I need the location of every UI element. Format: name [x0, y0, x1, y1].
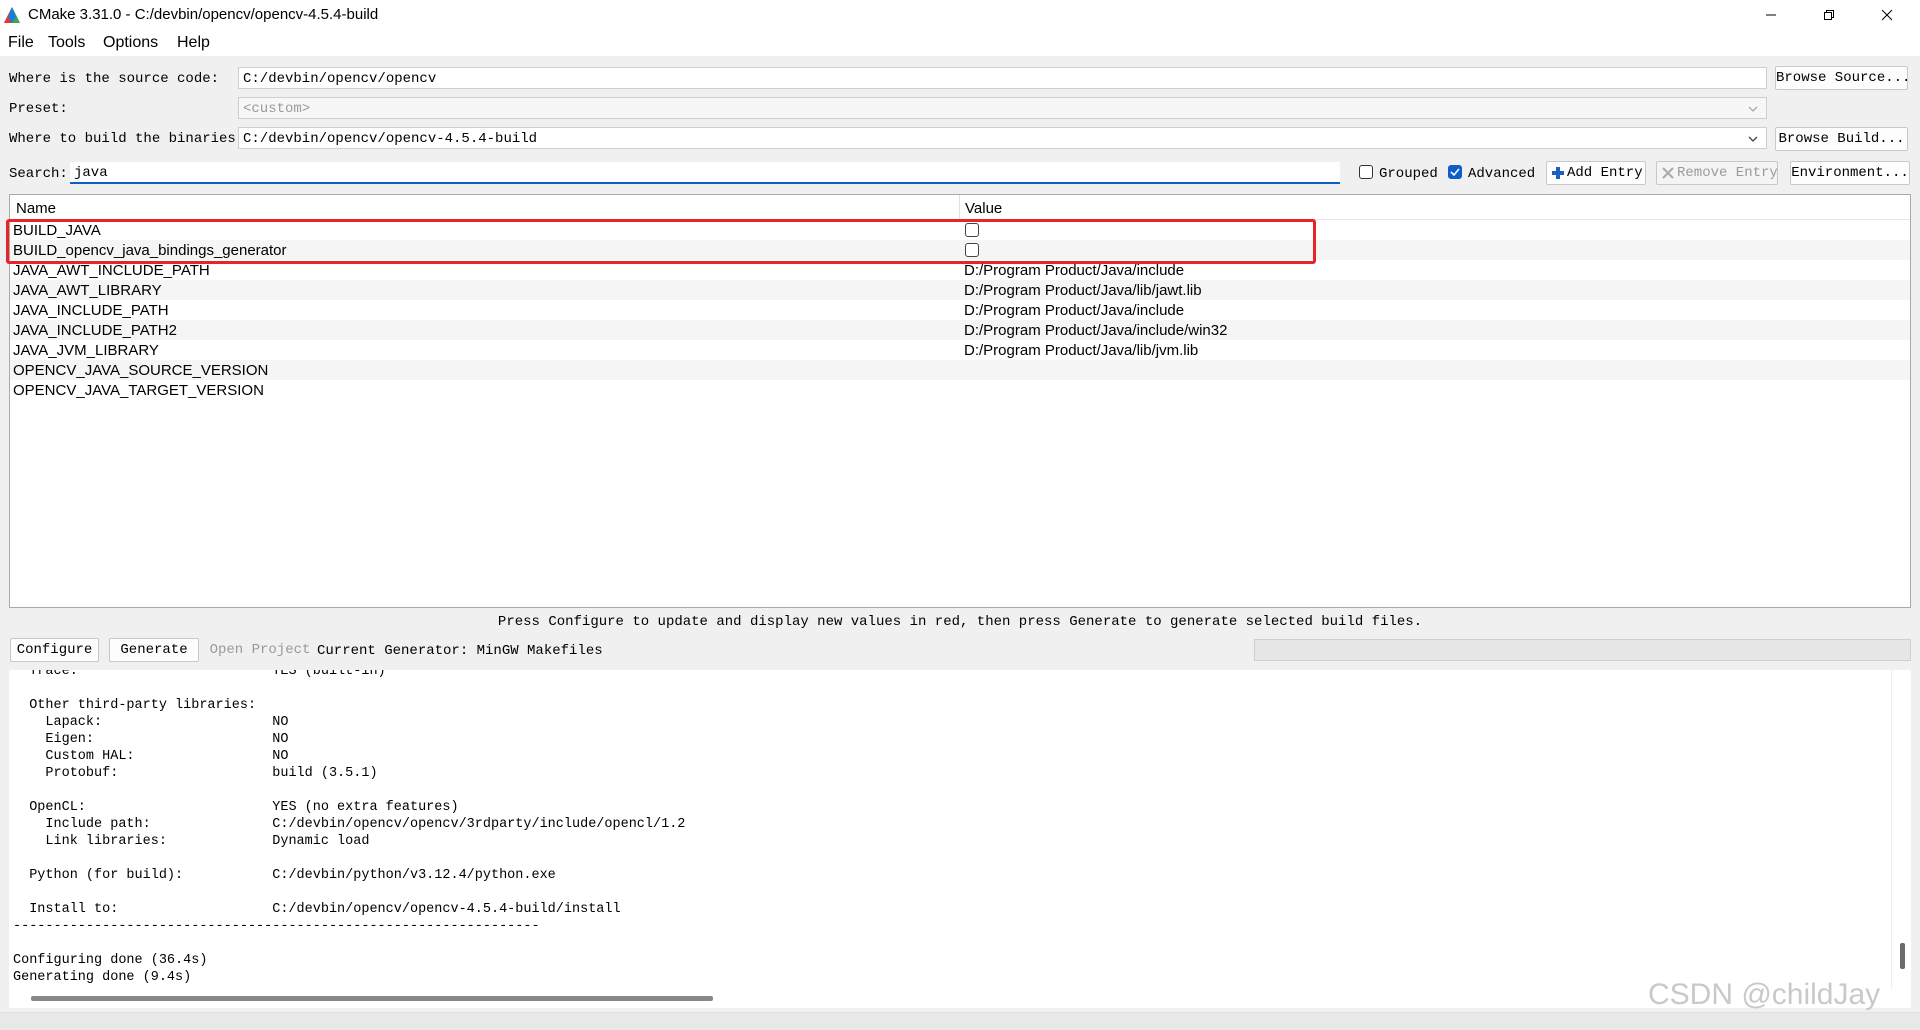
log-line: Python (for build): C:/devbin/python/v3.…: [13, 868, 556, 883]
add-entry-button[interactable]: Add Entry: [1546, 161, 1646, 185]
table-row[interactable]: JAVA_INCLUDE_PATH2 D:/Program Product/Ja…: [10, 320, 1910, 340]
row-value: D:/Program Product/Java/lib/jvm.lib: [964, 342, 1199, 359]
menu-help[interactable]: Help: [177, 34, 210, 52]
advanced-checkbox[interactable]: [1448, 165, 1462, 179]
restore-icon: [1824, 10, 1834, 20]
build-path-value: C:/devbin/opencv/opencv-4.5.4-build: [243, 131, 538, 147]
generate-button[interactable]: Generate: [109, 638, 199, 662]
preset-select[interactable]: <custom>: [238, 97, 1767, 119]
minimize-icon: [1766, 14, 1776, 16]
row-name: JAVA_AWT_INCLUDE_PATH: [13, 262, 210, 279]
column-header-name[interactable]: Name: [16, 200, 56, 217]
configure-button[interactable]: Configure: [10, 638, 99, 662]
menu-bar: File Tools Options Help: [0, 30, 1920, 56]
row-name: JAVA_JVM_LIBRARY: [13, 342, 159, 359]
build-path-combo[interactable]: C:/devbin/opencv/opencv-4.5.4-build: [238, 127, 1767, 149]
column-divider[interactable]: [959, 195, 960, 219]
row-value: D:/Program Product/Java/include: [964, 302, 1185, 319]
column-header-value[interactable]: Value: [965, 200, 1002, 217]
table-row[interactable]: JAVA_JVM_LIBRARY D:/Program Product/Java…: [10, 340, 1910, 360]
row-name: JAVA_INCLUDE_PATH2: [13, 322, 177, 339]
row-name: JAVA_INCLUDE_PATH: [13, 302, 169, 319]
bottom-strip: [0, 1012, 1920, 1030]
build-label: Where to build the binaries:: [9, 131, 245, 147]
open-project-button[interactable]: Open Project: [206, 638, 314, 662]
log-line: Other third-party libraries:: [13, 698, 257, 713]
menu-tools[interactable]: Tools: [48, 34, 85, 52]
title-bar: CMake 3.31.0 - C:/devbin/opencv/opencv-4…: [0, 0, 1920, 30]
window-title: CMake 3.31.0 - C:/devbin/opencv/opencv-4…: [28, 6, 379, 23]
browse-source-button[interactable]: Browse Source...: [1775, 66, 1910, 90]
checkmark-icon: [1450, 168, 1460, 177]
log-line: Custom HAL: NO: [13, 749, 289, 764]
row-value: D:/Program Product/Java/lib/jawt.lib: [964, 282, 1202, 299]
row-name: JAVA_AWT_LIBRARY: [13, 282, 162, 299]
output-log[interactable]: Trace: YES (built-in) Other third-party …: [9, 670, 1891, 990]
preset-label: Preset:: [9, 101, 68, 117]
log-line: Lapack: NO: [13, 715, 289, 730]
log-line: Protobuf: build (3.5.1): [13, 766, 378, 781]
table-row[interactable]: JAVA_INCLUDE_PATH D:/Program Product/Jav…: [10, 300, 1910, 320]
progress-bar: [1254, 639, 1911, 661]
minimize-button[interactable]: [1742, 0, 1800, 30]
search-input[interactable]: java: [70, 162, 1340, 184]
log-line: Trace: YES (built-in): [13, 670, 386, 679]
chevron-down-icon: [1748, 136, 1758, 142]
log-horizontal-scrollbar[interactable]: [9, 990, 1911, 1008]
log-line: Install to: C:/devbin/opencv/opencv-4.5.…: [13, 902, 621, 917]
search-label: Search:: [9, 166, 68, 182]
row-value: D:/Program Product/Java/include: [964, 262, 1185, 279]
restore-button[interactable]: [1800, 0, 1858, 30]
watermark-text: CSDN @childJay: [1648, 978, 1881, 1011]
remove-icon: [1662, 167, 1674, 179]
close-icon: [1881, 9, 1893, 21]
table-header: Name Value: [10, 195, 1910, 220]
current-generator-text: Current Generator: MinGW Makefiles: [317, 643, 603, 659]
row-value: D:/Program Product/Java/include/win32: [964, 322, 1228, 339]
menu-options[interactable]: Options: [103, 34, 158, 52]
remove-entry-label: Remove Entry: [1677, 165, 1778, 181]
remove-entry-button[interactable]: Remove Entry: [1656, 161, 1778, 185]
log-line: ----------------------------------------…: [13, 919, 540, 934]
log-line: OpenCL: YES (no extra features): [13, 800, 459, 815]
log-vertical-scrollbar[interactable]: [1892, 670, 1911, 990]
chevron-down-icon: [1748, 106, 1758, 112]
menu-file[interactable]: File: [8, 34, 34, 52]
browse-build-button[interactable]: Browse Build...: [1775, 127, 1908, 151]
scrollbar-thumb[interactable]: [31, 996, 713, 1001]
cmake-logo-icon: [4, 7, 20, 23]
close-button[interactable]: [1858, 0, 1916, 30]
row-name: OPENCV_JAVA_TARGET_VERSION: [13, 382, 264, 399]
table-row[interactable]: OPENCV_JAVA_SOURCE_VERSION: [10, 360, 1910, 380]
source-label: Where is the source code:: [9, 71, 220, 87]
environment-button[interactable]: Environment...: [1790, 161, 1910, 185]
table-row[interactable]: JAVA_AWT_LIBRARY D:/Program Product/Java…: [10, 280, 1910, 300]
table-row[interactable]: OPENCV_JAVA_TARGET_VERSION: [10, 380, 1910, 400]
log-line: Configuring done (36.4s): [13, 953, 208, 968]
highlight-box: [6, 219, 1316, 264]
plus-icon: [1552, 167, 1564, 179]
preset-value: <custom>: [243, 101, 311, 117]
grouped-label: Grouped: [1379, 166, 1438, 182]
log-line: Generating done (9.4s): [13, 970, 192, 985]
grouped-checkbox[interactable]: [1359, 165, 1373, 179]
hint-text: Press Configure to update and display ne…: [497, 614, 1423, 630]
log-line: Link libraries: Dynamic load: [13, 834, 370, 849]
advanced-label: Advanced: [1468, 166, 1536, 182]
log-line: Eigen: NO: [13, 732, 289, 747]
log-line: Include path: C:/devbin/opencv/opencv/3r…: [13, 817, 686, 832]
scrollbar-thumb[interactable]: [1900, 943, 1905, 969]
row-name: OPENCV_JAVA_SOURCE_VERSION: [13, 362, 269, 379]
source-path-input[interactable]: C:/devbin/opencv/opencv: [238, 67, 1767, 89]
add-entry-label: Add Entry: [1567, 165, 1643, 181]
